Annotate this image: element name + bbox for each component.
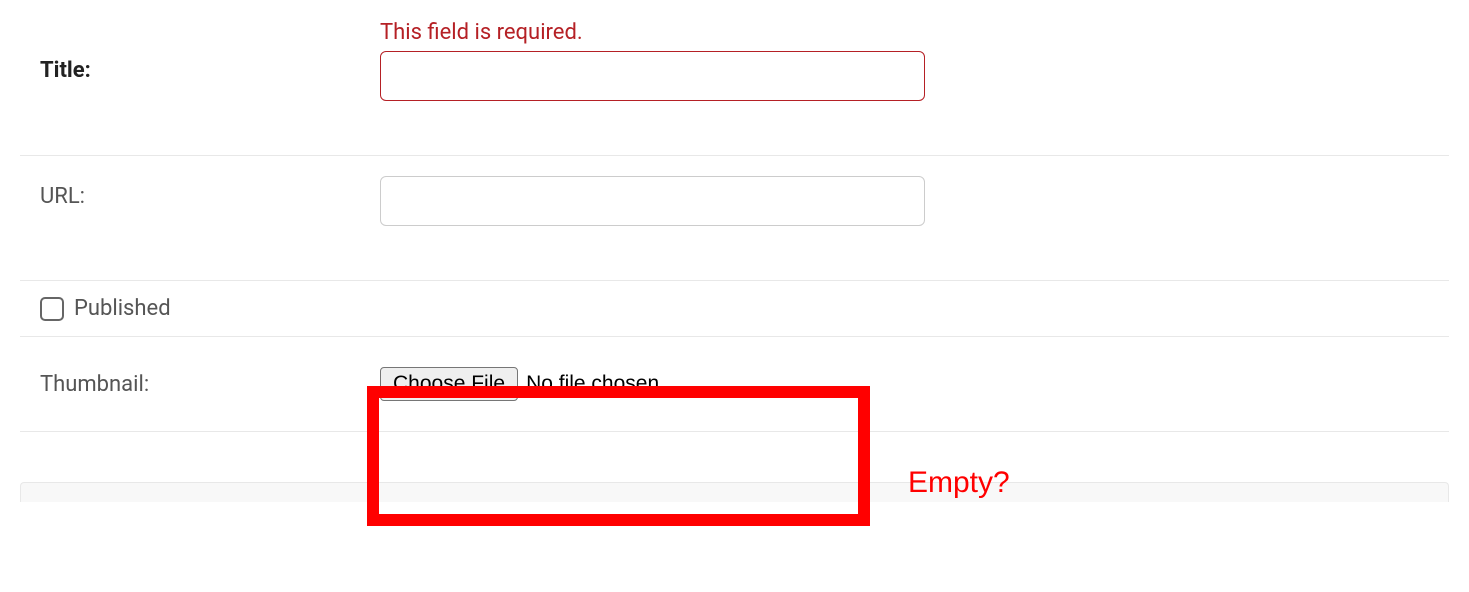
published-row: Published [20, 280, 1449, 337]
thumbnail-field-col: Choose File No file chosen [380, 367, 1449, 401]
form-container: Title: This field is required. URL: Publ… [0, 0, 1469, 432]
bottom-bar-area [0, 432, 1469, 502]
title-row: Title: This field is required. [20, 0, 1449, 156]
thumbnail-row: Thumbnail: Choose File No file chosen [20, 336, 1449, 432]
url-label: URL: [40, 184, 85, 209]
title-label-col: Title: [20, 20, 380, 83]
published-wrap: Published [20, 296, 171, 321]
title-input[interactable] [380, 51, 925, 101]
url-field-col [380, 176, 1449, 260]
url-label-col: URL: [20, 176, 380, 209]
title-error-message: This field is required. [380, 20, 1449, 45]
url-help-area [380, 230, 1449, 260]
url-input[interactable] [380, 176, 925, 226]
url-row: URL: [20, 155, 1449, 281]
published-checkbox[interactable] [40, 297, 64, 321]
thumbnail-label-col: Thumbnail: [20, 372, 380, 397]
title-help-area [380, 105, 1449, 135]
thumbnail-label: Thumbnail: [40, 372, 149, 397]
title-field-col: This field is required. [380, 20, 1449, 135]
annotation-text: Empty? [908, 466, 1010, 500]
published-label: Published [74, 296, 171, 321]
file-input-wrap: Choose File No file chosen [380, 367, 659, 401]
choose-file-button[interactable]: Choose File [380, 367, 518, 401]
title-label: Title: [40, 58, 91, 83]
bottom-panel [20, 482, 1449, 502]
file-status-text: No file chosen [526, 372, 659, 396]
